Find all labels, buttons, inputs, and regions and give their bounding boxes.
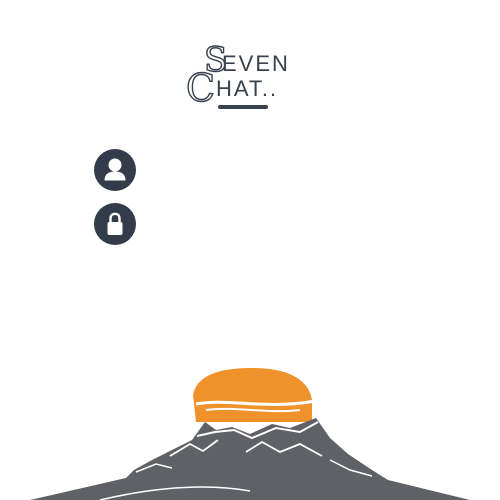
mountain-shape	[30, 418, 470, 500]
app-logo: S EVEN C HAT..	[185, 42, 296, 114]
sunset-mountain-illustration	[30, 368, 470, 500]
logo-text-bottom: HAT..	[216, 76, 279, 101]
user-icon-glyph	[104, 158, 126, 181]
sun-shape	[193, 368, 317, 422]
lock-icon-glyph	[107, 212, 123, 235]
logo-initial-c: C	[185, 66, 216, 110]
username-input[interactable]	[146, 154, 408, 186]
lock-icon[interactable]	[94, 203, 136, 245]
user-icon[interactable]	[94, 149, 136, 191]
login-screen: S EVEN C HAT..	[0, 0, 500, 500]
password-input[interactable]	[146, 208, 408, 240]
logo-text-top: EVEN	[222, 51, 290, 76]
logo-underline	[218, 105, 268, 109]
